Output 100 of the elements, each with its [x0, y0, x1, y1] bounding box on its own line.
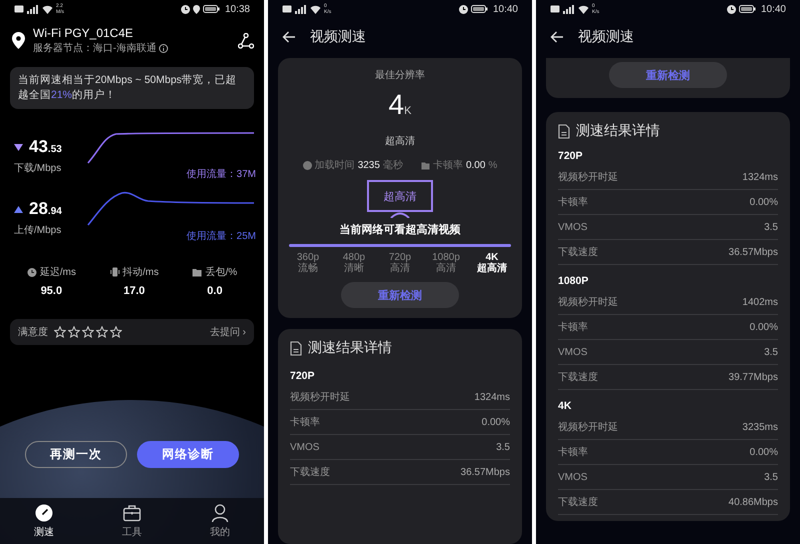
metric-value: 95.0 — [40, 285, 62, 297]
diagnose-button[interactable]: 网络诊断 — [137, 441, 239, 468]
metric-value: 17.0 — [124, 285, 145, 297]
resolution-heading: 720P — [290, 370, 316, 382]
stat-unit: % — [488, 160, 498, 170]
result-message: 当前网络可看超高清视频 — [340, 222, 460, 237]
up-triangle-icon — [14, 206, 23, 212]
best-resolution-caption: 最佳分辨率 — [375, 68, 425, 82]
wifi-icon — [578, 4, 589, 14]
info-icon[interactable] — [159, 44, 168, 52]
metric-label: VMOS — [558, 472, 588, 482]
quality-label: 超高清 — [385, 134, 415, 148]
resolution-option: 1080p 高清 — [425, 252, 467, 274]
metric-value: 0.00% — [750, 196, 778, 208]
metric-value: 0.00% — [750, 446, 778, 458]
alarm-icon — [180, 4, 190, 14]
signal-icon — [295, 4, 307, 14]
share-icon[interactable] — [238, 32, 254, 48]
metric-value: 3235ms — [742, 422, 778, 432]
resolution-heading: 4K — [558, 400, 572, 412]
sim-icon — [14, 5, 24, 13]
metric-label: 下载速度 — [558, 246, 598, 259]
star-icon[interactable] — [110, 326, 122, 338]
metric-label: 卡顿率 — [558, 320, 588, 334]
metric-label: VMOS — [558, 222, 588, 232]
metric-value: 3.5 — [764, 346, 778, 358]
results-title: 测速结果详情 — [308, 339, 392, 357]
wifi-icon — [42, 4, 53, 14]
folder-icon — [192, 267, 202, 277]
vibration-icon — [110, 267, 120, 277]
tv-stand-icon — [390, 212, 410, 218]
ask-question-link[interactable]: 去提问 › — [210, 325, 246, 339]
metric-value: 0.00% — [482, 416, 510, 428]
signal-icon — [563, 4, 575, 14]
wifi-icon — [310, 4, 321, 14]
resolution-heading: 1080P — [558, 275, 590, 287]
metric-value: 1324ms — [474, 392, 510, 402]
star-icon[interactable] — [96, 326, 108, 338]
nav-tab[interactable]: 我的 — [200, 504, 240, 538]
clock-time: 10:40 — [492, 4, 518, 14]
metric-label: 抖动/ms — [122, 266, 159, 279]
data-usage: 使用流量：37M — [186, 168, 256, 181]
metric-label: 延迟/ms — [40, 266, 76, 279]
battery-icon — [202, 5, 220, 13]
star-icon[interactable] — [82, 326, 94, 338]
metric-label: VMOS — [558, 346, 588, 358]
metric-value: 3.5 — [496, 442, 510, 452]
metric-value: 0.00% — [750, 322, 778, 332]
metric-value: 36.57Mbps — [460, 466, 510, 478]
metric-value: 36.57Mbps — [728, 246, 778, 258]
stat-value: 0.00 — [466, 160, 486, 170]
signal-icon — [27, 4, 39, 14]
metric-value: 39.77Mbps — [728, 372, 778, 382]
page-title: 视频测速 — [310, 28, 366, 46]
tv-screen: 超高清 — [367, 180, 433, 212]
sim-icon — [282, 5, 292, 13]
alarm-icon — [726, 4, 736, 14]
metric-label: 视频秒开时延 — [558, 170, 618, 184]
battery-icon — [470, 5, 488, 13]
resolution-option: 360p 流畅 — [287, 252, 329, 274]
metric-value: 3.5 — [764, 472, 778, 482]
nav-tab[interactable]: 工具 — [112, 504, 152, 538]
wifi-name: Wi-Fi PGY_01C4E — [33, 26, 134, 40]
speed-unit-label: 上传/Mbps — [14, 224, 62, 237]
stopwatch-icon — [26, 267, 37, 277]
back-arrow-icon[interactable] — [282, 31, 296, 43]
clock-time: 10:38 — [224, 4, 250, 14]
metric-label: 视频秒开时延 — [290, 390, 350, 404]
clock-time: 10:40 — [760, 4, 786, 14]
back-arrow-icon[interactable] — [550, 31, 564, 43]
page-title: 视频测速 — [578, 28, 634, 46]
retest-button[interactable]: 再测一次 — [25, 441, 127, 468]
alarm-icon — [458, 4, 468, 14]
metric-value: 1324ms — [742, 172, 778, 182]
resolution-option: 480p 清晰 — [333, 252, 375, 274]
results-title: 测速结果详情 — [576, 122, 660, 140]
star-icon[interactable] — [68, 326, 80, 338]
location-pin-icon — [12, 32, 25, 49]
metric-label: 卡顿率 — [558, 446, 588, 459]
metric-label: 视频秒开时延 — [558, 296, 618, 309]
metric-label: 视频秒开时延 — [558, 420, 618, 434]
metric-label: 下载速度 — [558, 496, 598, 509]
toolbox-icon — [123, 504, 141, 522]
metric-value: 0.0 — [207, 285, 222, 297]
stat-unit: 毫秒 — [382, 158, 403, 172]
metric-label: 下载速度 — [558, 370, 598, 384]
nav-tab[interactable]: 测速 — [24, 504, 64, 538]
sim-icon — [550, 5, 560, 13]
resolution-option: 4K 超高清 — [471, 252, 513, 274]
star-icon[interactable] — [54, 326, 66, 338]
server-location-label: 服务器节点：海口-海南联通 — [33, 42, 156, 55]
metric-label: VMOS — [290, 442, 320, 452]
document-icon — [558, 124, 570, 138]
rating-label: 满意度 — [18, 326, 48, 339]
best-resolution-value: 4K — [388, 90, 412, 122]
metric-label: 卡顿率 — [558, 196, 588, 209]
person-icon — [211, 504, 229, 522]
data-usage: 使用流量：25M — [186, 230, 256, 243]
gauge-icon — [35, 504, 53, 522]
speed-summary: 当前网速相当于20Mbps ~ 50Mbps带宽，已超越全国21%的用户！ — [10, 67, 254, 109]
